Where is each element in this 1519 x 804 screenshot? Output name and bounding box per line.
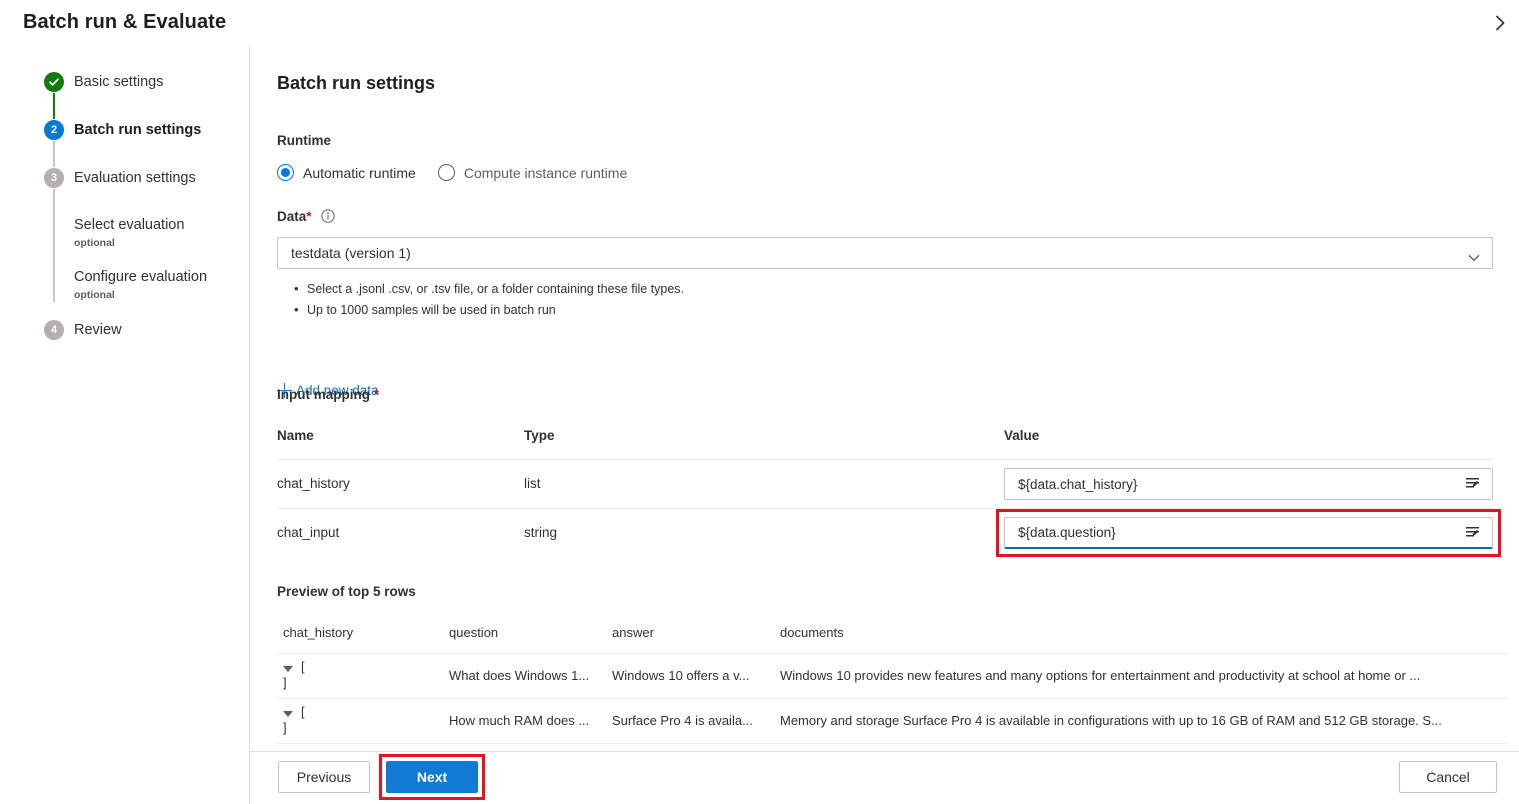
documents-cell: Windows 10 provides new features and man… [780, 668, 1421, 683]
sidebar-subitem-label: Configure evaluation [74, 269, 208, 285]
chat-history-close-bracket: ] [283, 720, 287, 735]
wizard-step-list: Basic settings 2 Batch run settings 3 Ev… [44, 72, 250, 368]
sidebar-subitem-label: Select evaluation [74, 217, 185, 233]
data-hint-list: Select a .jsonl .csv, or .tsv file, or a… [292, 278, 684, 321]
data-label-text: Data [277, 209, 307, 224]
page-title: Batch run & Evaluate [23, 11, 227, 33]
previous-button[interactable]: Previous [278, 761, 370, 793]
chat-history-open-bracket: [ [301, 659, 305, 674]
collapse-triangle-icon[interactable] [283, 711, 293, 717]
sidebar-item-label: Basic settings [74, 74, 164, 90]
collapse-triangle-icon[interactable] [283, 666, 293, 672]
dialog-footer: Previous Next Cancel [250, 751, 1519, 804]
main-content-panel: Batch run settings Runtime Automatic run… [250, 47, 1519, 751]
sidebar-subitem-optional-note: optional [74, 237, 115, 249]
answer-cell: Surface Pro 4 is availa... [612, 713, 753, 728]
column-header-question: question [449, 625, 499, 640]
radio-label: Compute instance runtime [463, 164, 628, 181]
radio-unselected-icon [437, 164, 455, 181]
dialog-header: Batch run & Evaluate [0, 0, 1519, 47]
table-row: [ ] What does Windows 1... Windows 10 of… [277, 653, 1507, 698]
question-cell: What does Windows 1... [449, 668, 590, 683]
table-row: chat_input string ${data.question} [277, 508, 1501, 557]
sidebar-item-batch-run-settings[interactable]: 2 Batch run settings [44, 120, 250, 168]
column-header-answer: answer [612, 625, 654, 640]
sidebar-subitem-optional-note: optional [74, 289, 115, 301]
sidebar-item-basic-settings[interactable]: Basic settings [44, 72, 250, 120]
mapping-value-input-chat-input[interactable]: ${data.question} [1004, 517, 1493, 549]
step-complete-check-icon [44, 72, 64, 92]
preview-table: chat_history question answer documents [… [277, 625, 1507, 744]
sidebar-item-review[interactable]: 4 Review [44, 320, 250, 368]
radio-compute-instance-runtime[interactable]: Compute instance runtime [437, 164, 628, 181]
sidebar-item-label: Batch run settings [74, 122, 202, 138]
runtime-label: Runtime [277, 133, 331, 148]
preview-title: Preview of top 5 rows [277, 584, 416, 599]
question-cell: How much RAM does ... [449, 713, 590, 728]
data-hint-item: Select a .jsonl .csv, or .tsv file, or a… [292, 278, 684, 300]
table-row: [ ] How much RAM does ... Surface Pro 4 … [277, 698, 1507, 743]
preview-header-row: chat_history question answer documents [277, 625, 1507, 653]
column-header-value: Value [1004, 428, 1040, 443]
step-number-badge: 3 [44, 168, 64, 188]
radio-automatic-runtime[interactable]: Automatic runtime [277, 164, 416, 181]
column-header-name: Name [277, 428, 314, 443]
edit-lines-icon[interactable] [1465, 524, 1483, 547]
chat-history-open-bracket: [ [301, 704, 305, 719]
data-hint-item: Up to 1000 samples will be used in batch… [292, 299, 684, 321]
input-mapping-label: Input mapping * [277, 387, 379, 402]
required-asterisk: * [306, 209, 312, 224]
mapping-value-wrap: ${data.chat_history} [1004, 468, 1493, 500]
next-button[interactable]: Next [386, 761, 478, 793]
required-asterisk: * [373, 387, 380, 402]
mapping-value-text: ${data.question} [1018, 525, 1116, 540]
chat-history-close-bracket: ] [283, 675, 287, 690]
radio-label: Automatic runtime [303, 164, 416, 181]
mapping-type-cell: list [524, 476, 541, 491]
sidebar-item-label: Review [74, 322, 122, 338]
column-header-documents: documents [780, 625, 844, 640]
cancel-button[interactable]: Cancel [1399, 761, 1497, 793]
radio-selected-icon [277, 164, 294, 181]
runtime-radio-group: Automatic runtime Compute instance runti… [277, 164, 627, 181]
mapping-name-cell: chat_history [277, 476, 350, 491]
batch-run-evaluate-dialog: Batch run & Evaluate Basic settings 2 Ba… [0, 0, 1519, 804]
input-mapping-label-text: Input mapping [277, 387, 370, 402]
sidebar-item-label: Evaluation settings [74, 170, 196, 186]
data-label: Data* [277, 209, 335, 224]
documents-cell: Memory and storage Surface Pro 4 is avai… [780, 713, 1442, 728]
edit-lines-icon[interactable] [1465, 475, 1483, 498]
mapping-name-cell: chat_input [277, 525, 340, 540]
mapping-value-wrap: ${data.question} [996, 509, 1501, 557]
sidebar-subitem-configure-evaluation[interactable]: Configure evaluation optional [44, 268, 250, 320]
table-bottom-divider [277, 743, 1507, 744]
sidebar-item-evaluation-settings[interactable]: 3 Evaluation settings [44, 168, 250, 216]
column-header-chat-history: chat_history [283, 625, 354, 640]
data-selected-value: testdata (version 1) [291, 245, 411, 261]
step-number-badge: 2 [44, 120, 64, 140]
chevron-down-icon [1468, 249, 1480, 267]
input-mapping-table: Name Type Value chat_history list ${data… [277, 428, 1501, 557]
wizard-steps-rail: Basic settings 2 Batch run settings 3 Ev… [0, 47, 250, 804]
info-icon[interactable] [321, 209, 335, 223]
answer-cell: Windows 10 offers a v... [612, 668, 750, 683]
data-select-dropdown[interactable]: testdata (version 1) [277, 237, 1493, 269]
sidebar-subitem-select-evaluation[interactable]: Select evaluation optional [44, 216, 250, 268]
mapping-value-text: ${data.chat_history} [1018, 476, 1138, 492]
table-row: chat_history list ${data.chat_history} [277, 459, 1493, 508]
input-mapping-header-row: Name Type Value [277, 428, 1493, 459]
section-title: Batch run settings [277, 73, 436, 93]
mapping-value-input-chat-history[interactable]: ${data.chat_history} [1004, 468, 1493, 500]
column-header-type: Type [524, 428, 555, 443]
chevron-right-icon[interactable] [1485, 8, 1515, 38]
step-number-badge: 4 [44, 320, 64, 340]
mapping-type-cell: string [524, 525, 558, 540]
